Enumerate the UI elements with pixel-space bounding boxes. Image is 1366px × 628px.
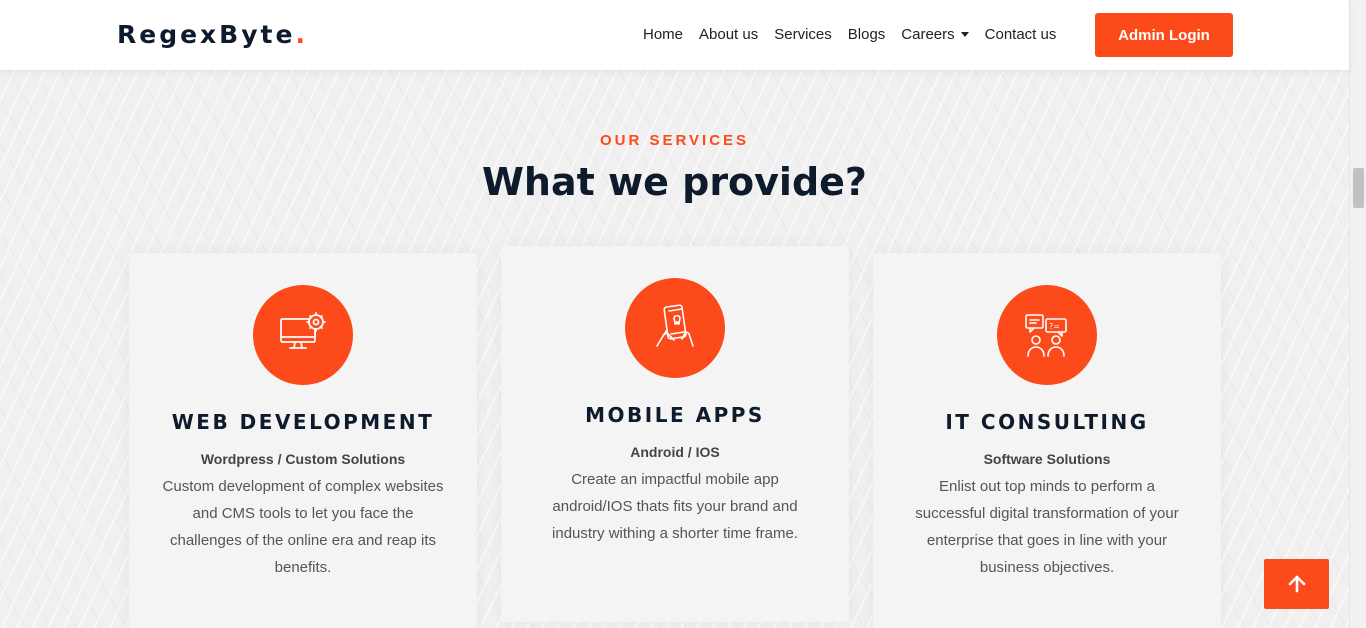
section-eyebrow: OUR SERVICES [599,132,750,149]
nav-item-careers-label: Careers [901,26,955,43]
service-card-web-development: WEB DEVELOPMENT Wordpress / Custom Solut… [129,253,477,628]
nav-item-about[interactable]: About us [699,26,758,43]
nav-item-contact[interactable]: Contact us [985,26,1057,43]
consulting-people-icon: ?= [997,285,1097,385]
nav-item-careers[interactable]: Careers [901,26,969,43]
service-description: Enlist out top minds to perform a succes… [915,478,1179,576]
arrow-up-icon [1288,575,1305,593]
brand-dot: . [295,20,308,49]
service-description: Create an impactful mobile app android/I… [552,471,798,542]
caret-down-icon [960,31,969,37]
scroll-to-top-button[interactable] [1264,559,1329,609]
service-subtitle: Software Solutions [983,451,1111,467]
brand-name: RegexByte [117,20,296,49]
service-description: Custom development of complex websites a… [162,478,444,576]
nav-item-home[interactable]: Home [643,26,683,43]
service-card-it-consulting: ?= IT CONSULTING Software Solutions Enli… [873,253,1221,628]
service-title: WEB DEVELOPMENT [171,410,435,434]
admin-login-button[interactable]: Admin Login [1095,13,1233,57]
service-subtitle: Wordpress / Custom Solutions [200,451,406,467]
monitor-gear-icon [253,285,353,385]
svg-text:?=: ?= [1049,322,1060,331]
nav-item-services[interactable]: Services [774,26,832,43]
nav-menu: Home About us Services Blogs Careers Con… [643,26,1072,43]
navbar: RegexByte. Home About us Services Blogs … [0,0,1349,70]
service-title: MOBILE APPS [585,403,765,427]
section-title: What we provide? [482,160,867,204]
nav-item-blogs[interactable]: Blogs [848,26,886,43]
brand-logo[interactable]: RegexByte. [117,20,308,49]
service-title: IT CONSULTING [945,410,1149,434]
mobile-hands-icon [625,278,725,378]
service-subtitle: Android / IOS [630,444,720,460]
scrollbar-thumb[interactable] [1353,168,1364,208]
service-card-mobile-apps: MOBILE APPS Android / IOS Create an impa… [501,246,849,622]
page-scrollbar[interactable] [1349,0,1366,628]
